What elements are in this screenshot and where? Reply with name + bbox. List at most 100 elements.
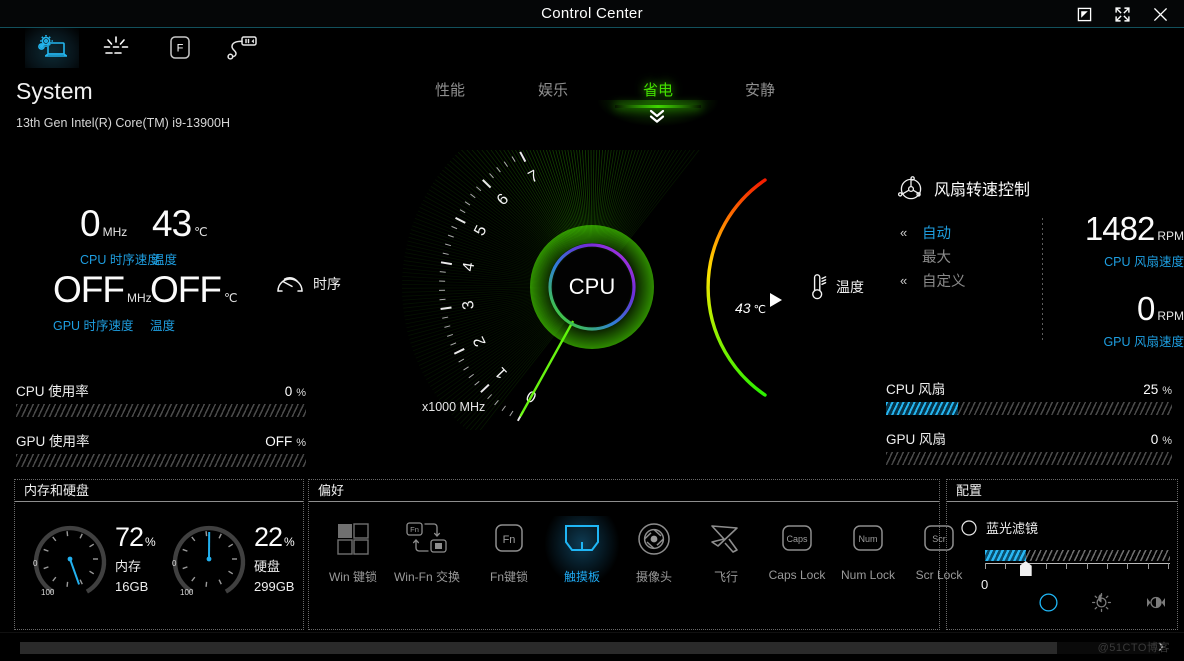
gpu-usage-track	[16, 454, 306, 467]
blue-light-value: 0	[981, 577, 989, 592]
gpu-usage-unit: %	[296, 437, 306, 449]
contrast-icon[interactable]	[1145, 593, 1167, 617]
temperature-label: 温度	[836, 279, 864, 295]
cpu-fan-value: 25	[1143, 382, 1159, 397]
scrollbar-thumb[interactable]	[20, 642, 1058, 654]
nav-power[interactable]	[215, 28, 269, 68]
cpu-temp-value: 43	[152, 203, 192, 244]
memory-gauge-min: 0	[33, 559, 38, 568]
fan-mode-auto[interactable]: « 自动	[900, 220, 1020, 244]
pref-airplane-label: 飞行	[713, 570, 738, 584]
pref-fn-lock[interactable]: Fn Fn键锁	[472, 516, 546, 585]
cpu-fan-bar: CPU 风扇 25%	[886, 378, 1172, 415]
gpu-clock-label: GPU 时序速度	[53, 319, 134, 333]
svg-text:Caps: Caps	[786, 534, 808, 544]
fan-mode-list: « 自动 最大 « 自定义	[900, 220, 1020, 292]
fan-mode-custom[interactable]: « 自定义	[900, 268, 1020, 292]
gpu-temp-label: 温度	[150, 319, 176, 333]
moon-icon	[961, 519, 977, 536]
timing-label: 时序	[313, 276, 341, 292]
pref-win-fn-swap[interactable]: Fn Win-Fn 交换	[390, 516, 464, 585]
config-panel: 配置 蓝光滤镜 0	[946, 479, 1178, 630]
fan-control-header: 风扇转速控制	[898, 175, 1030, 201]
pref-camera[interactable]: 摄像头	[617, 516, 691, 585]
tab-entertainment[interactable]: 娱乐	[510, 78, 596, 104]
pref-caps-lock[interactable]: Caps Caps Lock	[760, 516, 834, 582]
pref-fn-lock-label: Fn键锁	[489, 570, 528, 584]
window-title: Control Center	[541, 5, 643, 22]
num-lock-icon: Num	[831, 516, 905, 562]
fan-mode-max[interactable]: 最大	[900, 244, 1020, 268]
maximize-window-button[interactable]	[1104, 0, 1140, 28]
gpu-fan-unit: %	[1162, 435, 1172, 447]
tab-power-saving[interactable]: 省电	[615, 78, 701, 108]
preferences-panel: 偏好 Win 键锁 Fn Win-Fn 交换 Fn Fn键锁 触摸板 摄像头 飞…	[308, 479, 962, 630]
temperature-arc	[706, 178, 767, 397]
svg-text:Fn: Fn	[410, 525, 419, 534]
expand-chevrons-icon[interactable]	[648, 108, 666, 129]
airplane-icon	[689, 516, 763, 562]
cpu-model-label: 13th Gen Intel(R) Core(TM) i9-13900H	[16, 116, 230, 130]
pref-num-lock-label: Num Lock	[840, 568, 896, 582]
blue-light-fill	[985, 550, 1026, 561]
fan-icon	[898, 176, 922, 200]
cpu-fan-fill	[886, 402, 958, 415]
pref-touchpad[interactable]: 触摸板	[545, 516, 619, 585]
cpu-clock-unit: MHz	[102, 225, 128, 239]
cpu-gpu-readouts: 0 MHz CPU 时序速度 43 ℃ 温度 OFF MHz GPU 时序速度 OFF…	[53, 205, 310, 335]
cpu-fan-track	[886, 402, 1172, 415]
cpu-temp-readout: 43 ℃ 温度	[152, 205, 208, 268]
svg-text:F: F	[177, 43, 184, 55]
cpu-usage-value: 0	[284, 384, 293, 399]
scrollbar-track[interactable]	[20, 642, 1160, 654]
cpu-clock-label: CPU 时序速度	[80, 253, 160, 267]
pref-caps-lock-label: Caps Lock	[768, 568, 826, 582]
preferences-body: Win 键锁 Fn Win-Fn 交换 Fn Fn键锁 触摸板 摄像头 飞行 C…	[309, 502, 962, 629]
cpu-usage-track	[16, 404, 306, 417]
cpu-usage-label: CPU 使用率	[16, 384, 89, 399]
brightness-icon[interactable]	[1091, 592, 1112, 617]
blue-light-slider[interactable]: 0	[981, 550, 1170, 592]
horizontal-scrollbar[interactable]: ‹ ›	[0, 633, 1184, 661]
gpu-temp-readout: OFF ℃ 温度	[150, 271, 237, 334]
night-mode-icon[interactable]	[1039, 593, 1058, 617]
gauge-scale-unit: x1000 MHz	[422, 400, 486, 414]
gpu-fan-label: GPU 风扇	[886, 432, 947, 447]
gpu-fan-rpm-unit: RPM	[1157, 309, 1184, 323]
cpu-fan-rpm-value: 1482	[1084, 210, 1155, 247]
nav-fn-key[interactable]: F	[153, 28, 207, 68]
camera-icon	[617, 516, 691, 562]
window-controls	[1066, 0, 1178, 28]
fan-mode-max-label: 最大	[922, 249, 951, 266]
blue-light-track[interactable]	[985, 550, 1170, 561]
gpu-fan-rpm-label: GPU 风扇速度	[1103, 335, 1184, 349]
memory-gauge-max: 100	[41, 588, 55, 597]
fan-control-title: 风扇转速控制	[934, 182, 1031, 199]
gpu-clock-value: OFF	[53, 269, 125, 310]
disk-size: 299GB	[254, 579, 295, 594]
nav-keyboard-backlight[interactable]	[89, 28, 143, 68]
disk-gauge-max: 100	[180, 588, 194, 597]
fn-lock-icon: Fn	[472, 516, 546, 562]
touchpad-icon	[545, 516, 619, 562]
gpu-usage-value: OFF	[265, 434, 293, 449]
config-mode-icons	[1039, 592, 1167, 617]
pref-win-lock[interactable]: Win 键锁	[316, 516, 390, 585]
pref-num-lock[interactable]: Num Num Lock	[831, 516, 905, 582]
svg-text:Scr: Scr	[932, 534, 946, 544]
tab-quiet[interactable]: 安静	[717, 78, 803, 104]
thermometer-icon	[812, 274, 827, 300]
nav-system[interactable]	[25, 28, 79, 68]
gauge-center-label: CPU	[569, 274, 615, 299]
tab-performance[interactable]: 性能	[407, 78, 493, 104]
pref-airplane[interactable]: 飞行	[689, 516, 763, 585]
disk-gauge-item: 0 100 22% 硬盘 299GB	[170, 520, 295, 598]
timing-indicator: 时序	[275, 272, 341, 296]
fan-mode-custom-label: 自定义	[922, 273, 966, 290]
close-window-button[interactable]	[1142, 0, 1178, 28]
restore-window-button[interactable]	[1066, 0, 1102, 28]
config-body: 蓝光滤镜 0	[947, 502, 1177, 629]
svg-text:Fn: Fn	[503, 534, 516, 546]
gpu-fan-value: 0	[1150, 432, 1159, 447]
svg-text:Num: Num	[858, 534, 877, 544]
